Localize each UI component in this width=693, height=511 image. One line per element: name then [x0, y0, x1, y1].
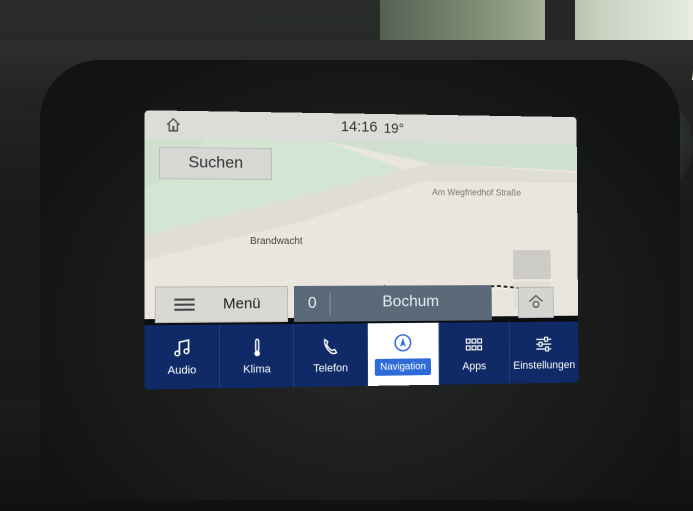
nav-label: Telefon — [313, 361, 349, 375]
nav-item-einstellungen[interactable]: Einstellungen — [510, 321, 579, 383]
nav-label: Audio — [167, 363, 197, 377]
nav-label: Apps — [462, 359, 487, 373]
poi-home-icon — [527, 293, 544, 311]
divider — [329, 292, 331, 315]
nav-item-klima[interactable]: Klima — [220, 323, 295, 389]
hamburger-icon — [174, 298, 195, 311]
phone-icon — [321, 336, 341, 356]
destination-name: Bochum — [382, 293, 440, 311]
home-icon[interactable] — [165, 117, 181, 133]
nav-item-audio[interactable]: Audio — [144, 324, 221, 390]
bottom-navigation-bar: Audio Klima Telefon Navigation Apps Eins… — [144, 321, 579, 390]
thermometer-icon — [247, 337, 267, 356]
destination-count: 0 — [307, 294, 317, 312]
poi-button[interactable] — [518, 286, 554, 319]
menu-button[interactable]: Menü — [154, 285, 289, 324]
settings-sliders-icon — [535, 334, 554, 354]
nav-item-apps[interactable]: Apps — [439, 322, 511, 385]
apps-grid-icon — [465, 335, 484, 355]
outside-temperature: 19° — [383, 119, 405, 136]
zoom-in-button[interactable] — [513, 249, 551, 280]
destination-bar[interactable]: 0 Bochum — [293, 285, 492, 322]
street-label: Am Wegfriedhof Straße — [432, 187, 522, 198]
nav-label: Einstellungen — [513, 358, 576, 372]
place-label: Brandwacht — [250, 235, 303, 248]
music-note-icon — [172, 338, 192, 359]
nav-label: Klima — [243, 362, 271, 376]
nav-item-telefon[interactable]: Telefon — [294, 323, 368, 388]
nav-item-navigation[interactable]: Navigation — [367, 322, 440, 386]
clock: 14:16 — [340, 118, 378, 136]
navigation-icon — [393, 333, 412, 353]
menu-label: Menü — [222, 295, 261, 313]
nav-label: Navigation — [375, 358, 431, 376]
infotainment-screen: 14:16 19° Am Wegfriedhof Straße Brandwac… — [144, 110, 579, 390]
search-button[interactable]: Suchen — [159, 146, 272, 181]
